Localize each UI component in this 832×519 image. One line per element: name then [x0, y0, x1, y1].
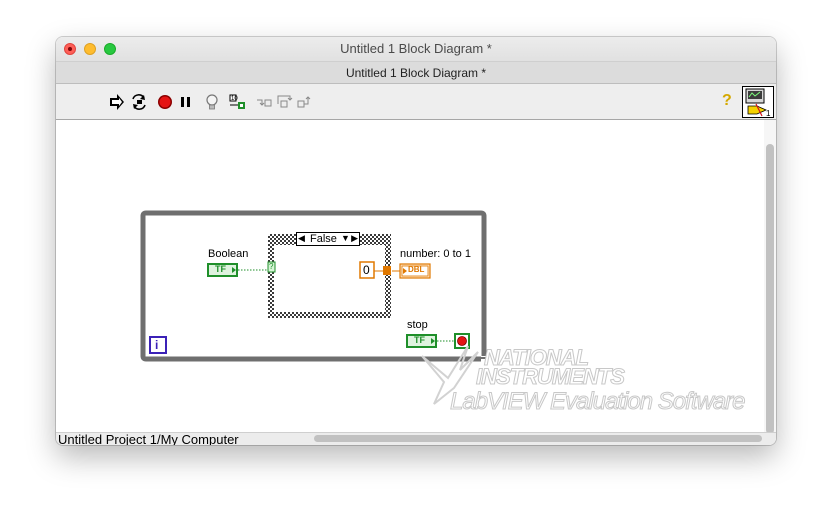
- toolbar: 10 ? 1: [56, 84, 776, 120]
- run-icon[interactable]: [108, 92, 126, 112]
- dbl-text: DBL: [408, 265, 425, 274]
- vi-icon[interactable]: 1: [742, 86, 774, 118]
- tab-title: Untitled 1 Block Diagram *: [345, 66, 487, 80]
- horizontal-scroll-thumb[interactable]: [314, 435, 762, 442]
- context-help-icon[interactable]: ?: [722, 92, 732, 110]
- svg-text:10: 10: [231, 96, 238, 102]
- number-label: number: 0 to 1: [400, 248, 471, 260]
- stop-label: stop: [407, 319, 428, 331]
- status-bar: Untitled Project 1/My Computer: [56, 432, 776, 445]
- block-diagram-canvas[interactable]: ◀ False ▼ ▶ Boolean TF 0 number: 0 to 1 …: [56, 120, 764, 432]
- run-continuously-icon[interactable]: [130, 92, 148, 112]
- step-over-icon[interactable]: [276, 92, 294, 112]
- title-bar[interactable]: Untitled 1 Block Diagram *: [56, 37, 776, 61]
- step-out-icon[interactable]: [296, 92, 314, 112]
- pause-icon[interactable]: [178, 92, 194, 112]
- abort-execution-icon[interactable]: [156, 92, 174, 112]
- step-into-icon[interactable]: [256, 92, 274, 112]
- chevron-down-icon: ▼: [341, 233, 350, 243]
- case-selector-label[interactable]: ◀ False ▼ ▶: [296, 232, 360, 246]
- output-tunnel: [383, 266, 391, 275]
- project-path[interactable]: Untitled Project 1/My Computer: [58, 432, 239, 445]
- boolean-tf-text: TF: [215, 264, 226, 274]
- connector-pane-number: 1: [766, 109, 771, 118]
- vertical-scrollbar[interactable]: [764, 120, 776, 445]
- boolean-label: Boolean: [208, 248, 249, 260]
- numeric-constant-value: 0: [363, 263, 370, 277]
- block-diagram-window: Untitled 1 Block Diagram * Untitled 1 Bl…: [56, 37, 776, 445]
- selector-question-mark: ?: [269, 262, 274, 271]
- tab-bar: Untitled 1 Block Diagram *: [56, 61, 776, 84]
- iteration-label: i: [155, 338, 159, 352]
- window-title: Untitled 1 Block Diagram *: [340, 41, 492, 56]
- retain-wire-values-icon[interactable]: 10: [228, 92, 248, 112]
- highlight-execution-icon[interactable]: [204, 92, 220, 112]
- vertical-scroll-thumb[interactable]: [766, 144, 774, 434]
